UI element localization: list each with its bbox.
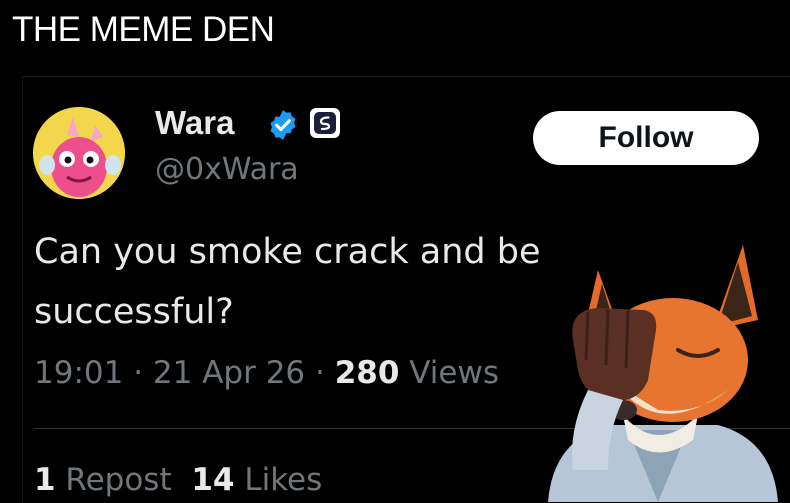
follow-button[interactable]: Follow <box>533 111 759 165</box>
brand-title: THE MEME DEN <box>12 10 275 49</box>
tweet-meta: 19:01 · 21 Apr 26 · 280 Views <box>34 355 499 391</box>
tweet-stats: 1 Repost 14 Likes <box>34 462 322 498</box>
reposts-label: Repost <box>55 462 172 498</box>
views-count: 280 <box>334 355 400 391</box>
tweet-time[interactable]: 19:01 <box>34 355 123 391</box>
author-handle[interactable]: @0xWara <box>155 152 299 187</box>
author-name[interactable]: Wara <box>155 104 234 142</box>
avatar[interactable] <box>33 107 125 199</box>
reposts-count: 1 <box>34 462 56 498</box>
views-label: Views <box>399 355 499 391</box>
likes-count: 14 <box>191 462 235 498</box>
facepalm-fox-sticker <box>548 245 778 502</box>
likes-label: Likes <box>234 462 323 498</box>
reposts-link[interactable]: 1 Repost <box>34 462 172 498</box>
verified-check-icon <box>270 110 296 140</box>
pink-monster-avatar-icon <box>33 107 125 199</box>
tweet-date[interactable]: 21 Apr 26 <box>153 355 305 391</box>
swirl-logo-icon <box>314 112 336 134</box>
likes-link[interactable]: 14 Likes <box>191 462 322 498</box>
affiliate-badge-icon <box>310 108 340 138</box>
meta-separator: · <box>123 355 153 391</box>
meta-separator: · <box>305 355 335 391</box>
